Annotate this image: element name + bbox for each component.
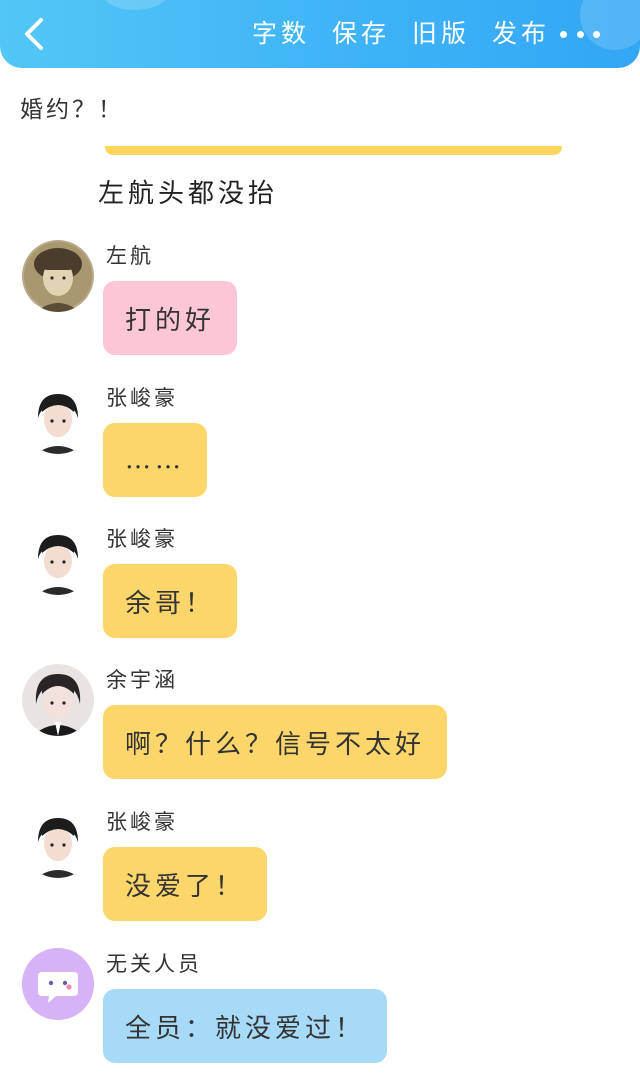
avatar[interactable] <box>22 806 94 878</box>
previous-bubble-edge <box>105 146 562 155</box>
chevron-left-icon <box>25 18 43 50</box>
decorative-circle <box>580 0 640 50</box>
avatar[interactable] <box>22 382 94 454</box>
top-navigation-bar: 字数 保存 旧版 发布 <box>0 0 640 68</box>
photo-avatar-zhangjunhao <box>22 806 94 878</box>
sender-name: 余宇涵 <box>106 668 178 692</box>
avatar[interactable] <box>22 948 94 1020</box>
sender-name: 无关人员 <box>106 952 202 976</box>
word-count-button[interactable]: 字数 <box>252 18 310 50</box>
old-version-button[interactable]: 旧版 <box>412 18 470 50</box>
back-button[interactable] <box>16 14 52 54</box>
avatar[interactable] <box>22 664 94 736</box>
publish-button[interactable]: 发布 <box>492 18 550 50</box>
sender-name: 张峻豪 <box>106 527 178 551</box>
message-bubble[interactable]: 全员：就没爱过！ <box>103 989 388 1063</box>
sender-name: 左航 <box>106 244 154 268</box>
dot-icon <box>560 30 567 38</box>
photo-avatar-zuohang <box>22 240 94 312</box>
dot-icon <box>576 30 584 38</box>
avatar[interactable] <box>22 523 94 595</box>
more-options-button[interactable] <box>560 26 600 42</box>
decorative-circle <box>100 0 170 10</box>
message-bubble[interactable]: 啊？什么？信号不太好 <box>103 705 448 779</box>
chat-bubble-icon <box>22 948 94 1020</box>
photo-avatar-zhangjunhao <box>22 523 94 595</box>
save-button[interactable]: 保存 <box>332 18 390 50</box>
message-bubble[interactable]: 打的好 <box>103 281 238 355</box>
sender-name: 张峻豪 <box>106 810 178 834</box>
photo-avatar-zhangjunhao <box>22 382 94 454</box>
story-intro-text: 婚约？！ <box>20 97 124 123</box>
narration-text: 左航头都没抬 <box>98 179 279 209</box>
message-bubble[interactable]: 余哥！ <box>103 564 238 638</box>
message-bubble[interactable]: …… <box>103 423 207 497</box>
toolbar-menu: 字数 保存 旧版 发布 <box>252 18 550 50</box>
message-bubble[interactable]: 没爱了！ <box>103 847 268 921</box>
photo-avatar-yuyuhan <box>22 664 94 736</box>
sender-name: 张峻豪 <box>106 386 178 410</box>
avatar[interactable] <box>22 240 94 312</box>
dot-icon <box>593 30 600 38</box>
